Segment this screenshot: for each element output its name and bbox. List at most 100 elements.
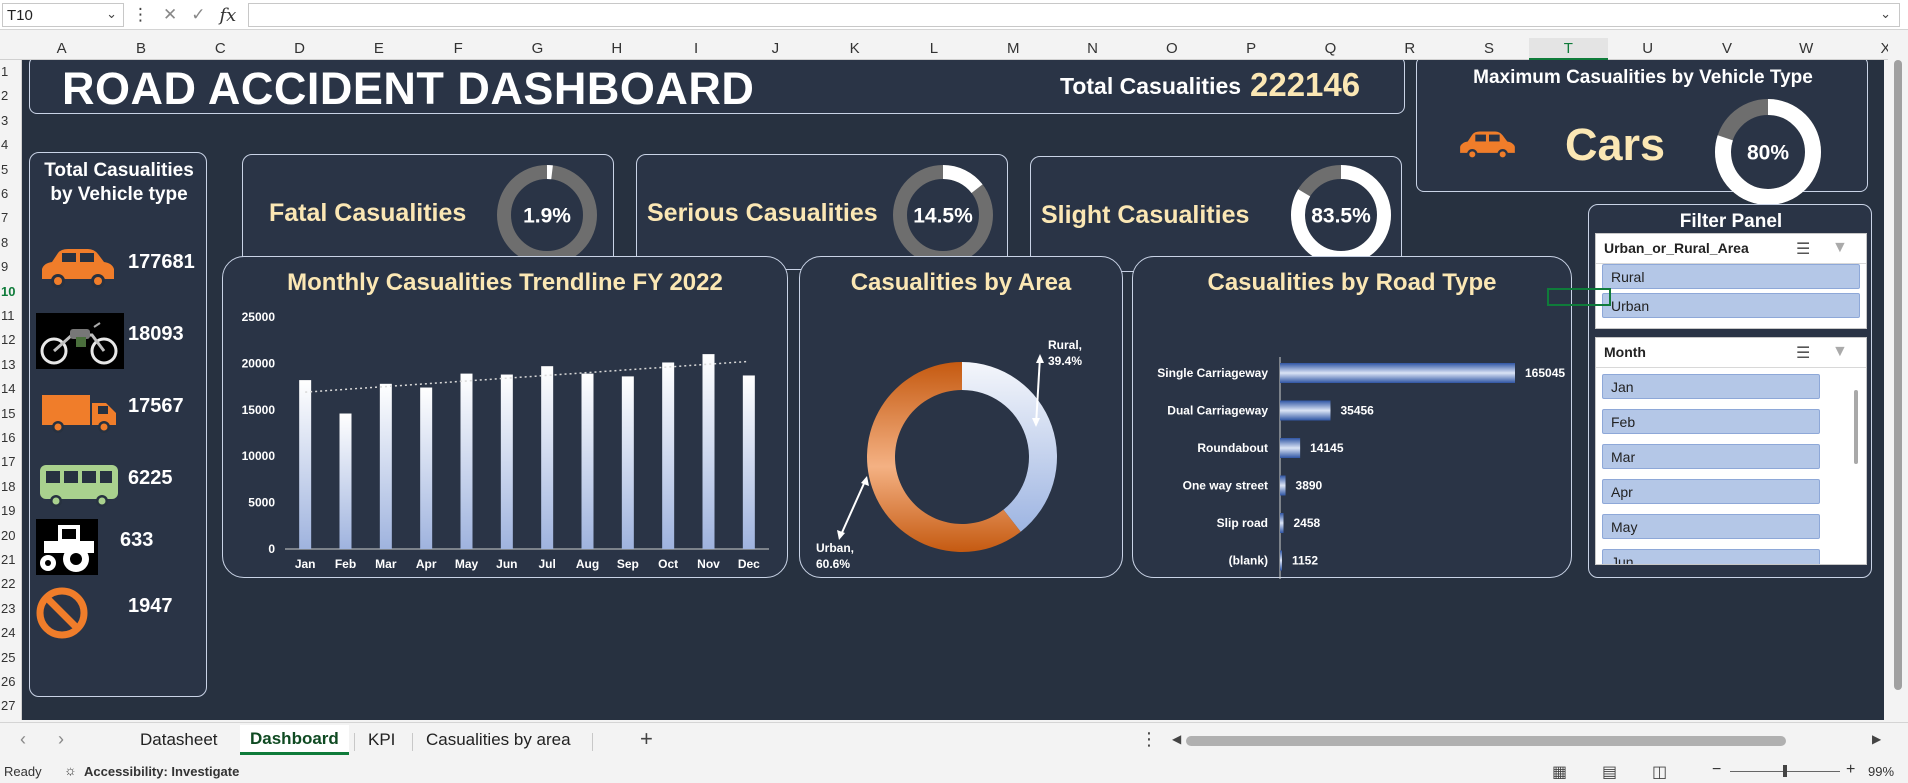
bar[interactable]	[581, 373, 594, 549]
column-header-e[interactable]: E	[339, 38, 418, 60]
row-header-19[interactable]: 19	[0, 503, 18, 518]
column-header-p[interactable]: P	[1212, 38, 1291, 60]
road-type-chart[interactable]: Casualities by Road Type Single Carriage…	[1132, 256, 1572, 579]
row-header-12[interactable]: 12	[0, 332, 18, 347]
bar[interactable]	[1280, 438, 1301, 458]
row-header-1[interactable]: 1	[0, 64, 18, 79]
slicer-item-may[interactable]: May	[1602, 514, 1820, 539]
add-sheet-button[interactable]: +	[640, 726, 653, 752]
bar[interactable]	[1280, 400, 1331, 421]
column-header-g[interactable]: G	[498, 38, 577, 60]
row-header-24[interactable]: 24	[0, 625, 18, 640]
month-slicer[interactable]: Month ☰ ▼ JanFebMarAprMayJunJul	[1595, 337, 1867, 565]
bar[interactable]	[379, 383, 392, 549]
bar[interactable]	[1280, 550, 1282, 571]
row-header-14[interactable]: 14	[0, 381, 18, 396]
bar[interactable]	[702, 354, 715, 549]
slicer-item-jan[interactable]: Jan	[1602, 374, 1820, 399]
zoom-level[interactable]: 99%	[1868, 764, 1894, 779]
expand-formula-icon[interactable]: ⌄	[1880, 6, 1891, 22]
bar[interactable]	[460, 373, 473, 549]
tab-datasheet[interactable]: Datasheet	[140, 730, 218, 750]
column-header-r[interactable]: R	[1370, 38, 1449, 60]
row-header-21[interactable]: 21	[0, 552, 18, 567]
column-header-b[interactable]: B	[101, 38, 180, 60]
column-header-o[interactable]: O	[1132, 38, 1211, 60]
bar[interactable]	[420, 387, 433, 549]
bar[interactable]	[541, 366, 554, 549]
horizontal-scrollbar[interactable]: ◀ ▶	[1172, 732, 1884, 747]
clear-filter-icon[interactable]: ▼	[1832, 239, 1848, 257]
chevron-down-icon[interactable]: ⌄	[106, 6, 117, 22]
column-header-c[interactable]: C	[181, 38, 260, 60]
row-header-2[interactable]: 2	[0, 88, 18, 103]
more-options-icon[interactable]: ⋮	[132, 5, 149, 25]
column-header-j[interactable]: J	[736, 38, 815, 60]
slice-rural[interactable]	[962, 362, 1057, 532]
normal-view-icon[interactable]: ▦	[1552, 762, 1567, 782]
monthly-trend-chart[interactable]: Monthly Casualities Trendline FY 2022 05…	[222, 256, 788, 578]
next-sheet-icon[interactable]: ›	[58, 729, 64, 750]
name-box[interactable]: T10 ⌄	[2, 3, 124, 27]
row-header-7[interactable]: 7	[0, 210, 18, 225]
formula-input[interactable]: ⌄	[248, 3, 1900, 27]
row-header-11[interactable]: 11	[0, 308, 18, 323]
horizontal-scroll-thumb[interactable]	[1186, 736, 1786, 746]
column-header-v[interactable]: V	[1687, 38, 1766, 60]
row-header-8[interactable]: 8	[0, 235, 18, 250]
row-header-26[interactable]: 26	[0, 674, 18, 689]
column-header-d[interactable]: D	[260, 38, 339, 60]
cancel-icon[interactable]: ✕	[163, 5, 177, 25]
column-header-t[interactable]: T	[1528, 38, 1608, 60]
column-header-i[interactable]: I	[656, 38, 735, 60]
row-header-9[interactable]: 9	[0, 259, 18, 274]
row-header-17[interactable]: 17	[0, 454, 18, 469]
row-header-16[interactable]: 16	[0, 430, 18, 445]
column-header-l[interactable]: L	[894, 38, 973, 60]
accessibility-icon[interactable]: ☼	[64, 762, 77, 778]
row-header-20[interactable]: 20	[0, 528, 18, 543]
column-header-q[interactable]: Q	[1291, 38, 1370, 60]
more-tabs-icon[interactable]: ⋮	[1140, 729, 1158, 750]
row-header-13[interactable]: 13	[0, 357, 18, 372]
vertical-scroll-thumb[interactable]	[1894, 60, 1902, 690]
zoom-slider-thumb[interactable]	[1783, 765, 1787, 777]
multi-select-icon[interactable]: ☰	[1796, 343, 1810, 363]
scroll-left-icon[interactable]: ◀	[1172, 732, 1181, 746]
zoom-out-icon[interactable]: −	[1712, 761, 1721, 779]
bar[interactable]	[500, 374, 513, 549]
slicer-item-feb[interactable]: Feb	[1602, 409, 1820, 434]
bar[interactable]	[299, 380, 312, 549]
column-header-u[interactable]: U	[1608, 38, 1687, 60]
column-header-h[interactable]: H	[577, 38, 656, 60]
scroll-right-icon[interactable]: ▶	[1872, 732, 1881, 746]
bar[interactable]	[621, 376, 634, 549]
column-header-f[interactable]: F	[419, 38, 498, 60]
slicer-item-apr[interactable]: Apr	[1602, 479, 1820, 504]
row-header-15[interactable]: 15	[0, 406, 18, 421]
bar[interactable]	[1280, 513, 1284, 533]
column-header-m[interactable]: M	[974, 38, 1053, 60]
row-header-22[interactable]: 22	[0, 576, 18, 591]
page-break-view-icon[interactable]: ◫	[1652, 762, 1667, 782]
row-header-18[interactable]: 18	[0, 479, 18, 494]
row-header-4[interactable]: 4	[0, 137, 18, 152]
row-header-25[interactable]: 25	[0, 650, 18, 665]
bar[interactable]	[742, 375, 755, 549]
row-header-3[interactable]: 3	[0, 113, 18, 128]
zoom-in-icon[interactable]: +	[1846, 761, 1855, 779]
column-header-n[interactable]: N	[1053, 38, 1132, 60]
bar[interactable]	[1280, 475, 1286, 496]
multi-select-icon[interactable]: ☰	[1796, 239, 1810, 259]
slicer-item-mar[interactable]: Mar	[1602, 444, 1820, 469]
tab-dashboard[interactable]: Dashboard	[240, 725, 349, 755]
prev-sheet-icon[interactable]: ‹	[20, 729, 26, 750]
insert-function-icon[interactable]: fx	[220, 5, 237, 26]
bar[interactable]	[1280, 363, 1515, 383]
row-header-5[interactable]: 5	[0, 162, 18, 177]
row-header-10[interactable]: 10	[0, 284, 18, 299]
row-header-23[interactable]: 23	[0, 601, 18, 616]
enter-icon[interactable]: ✓	[191, 5, 205, 25]
row-header-6[interactable]: 6	[0, 186, 18, 201]
slicer-item-rural[interactable]: Rural	[1602, 264, 1860, 289]
